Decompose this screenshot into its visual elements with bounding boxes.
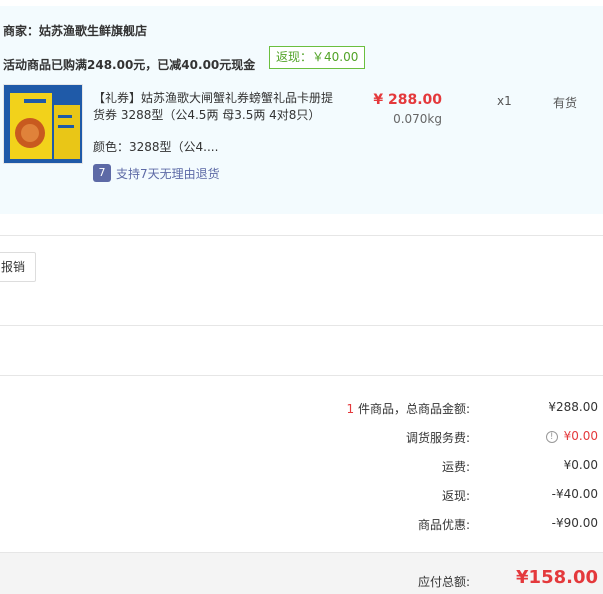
invoice-button[interactable]: 报销	[0, 252, 36, 282]
summary-items-label: 1 件商品，总商品金额:	[347, 400, 471, 417]
service-fee-amount: ¥0.00	[563, 429, 598, 443]
summary-cashback-label: 返现:	[441, 489, 470, 503]
product-image[interactable]	[3, 84, 83, 164]
divider	[0, 325, 603, 326]
gift-box-icon	[4, 85, 82, 163]
return-policy-text: 支持7天无理由退货	[116, 166, 220, 181]
product-price: ¥ 288.00	[373, 92, 442, 108]
summary-service-value: ! ¥0.00	[545, 429, 598, 443]
summary-cashback-row: 返现: -¥40.00	[0, 487, 603, 507]
summary-cashback-value: -¥40.00	[551, 487, 598, 501]
total-amount: ¥158.00	[516, 567, 598, 588]
divider	[0, 375, 603, 376]
summary-items-value: ¥288.00	[548, 400, 598, 414]
return-policy[interactable]: 7 支持7天无理由退货	[93, 164, 220, 182]
summary-discount-value: -¥90.00	[551, 516, 598, 530]
product-title-link[interactable]: 【礼券】姑苏渔歌大闸蟹礼券螃蟹礼品卡册提货券 3288型（公4.5两 母3.5两…	[93, 90, 343, 124]
rebate-tag: 返现：￥40.00	[269, 46, 366, 69]
items-label-text: 件商品，总商品金额:	[354, 402, 470, 416]
info-icon[interactable]: !	[545, 430, 558, 443]
summary-shipping-label: 运费:	[441, 460, 470, 474]
product-spec: 颜色：3288型（公4....	[93, 140, 219, 154]
summary-discount-label: 商品优惠:	[417, 518, 470, 532]
stock-status: 有货	[553, 96, 578, 110]
product-quantity: x1	[497, 94, 512, 108]
summary-items-row: 1 件商品，总商品金额: ¥288.00	[0, 400, 603, 420]
merchant-name[interactable]: 商家：姑苏渔歌生鲜旗舰店	[3, 22, 147, 39]
summary-shipping-value: ¥0.00	[563, 458, 598, 472]
total-bar: 应付总额: ¥158.00	[0, 552, 603, 594]
promotion-text: 活动商品已购满248.00元，已减40.00元现金	[3, 58, 256, 72]
summary-service-row: 调货服务费: ! ¥0.00	[0, 429, 603, 449]
divider	[0, 235, 603, 236]
order-panel: 商家：姑苏渔歌生鲜旗舰店 活动商品已购满248.00元，已减40.00元现金 返…	[0, 6, 603, 214]
product-weight: 0.070kg	[393, 112, 442, 126]
summary-shipping-row: 运费: ¥0.00	[0, 458, 603, 478]
items-count: 1	[346, 402, 355, 416]
return-policy-icon: 7	[93, 164, 111, 182]
summary-service-label: 调货服务费:	[405, 431, 470, 445]
total-label: 应付总额:	[417, 575, 470, 589]
summary-discount-row: 商品优惠: -¥90.00	[0, 516, 603, 536]
